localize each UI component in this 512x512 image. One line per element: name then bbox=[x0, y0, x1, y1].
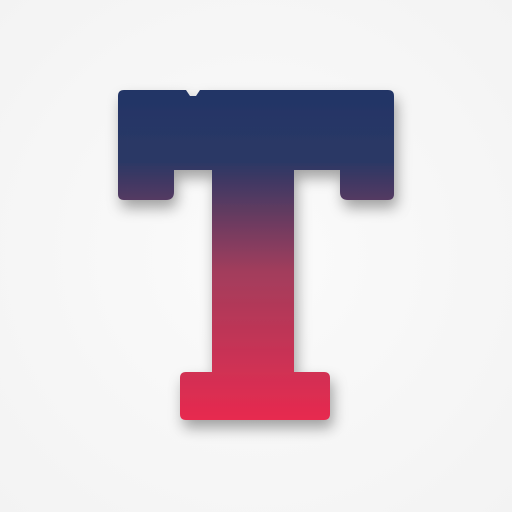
app-icon-canvas bbox=[0, 0, 512, 512]
letter-t-shape bbox=[118, 90, 394, 420]
letter-t-logo-icon bbox=[118, 90, 394, 420]
